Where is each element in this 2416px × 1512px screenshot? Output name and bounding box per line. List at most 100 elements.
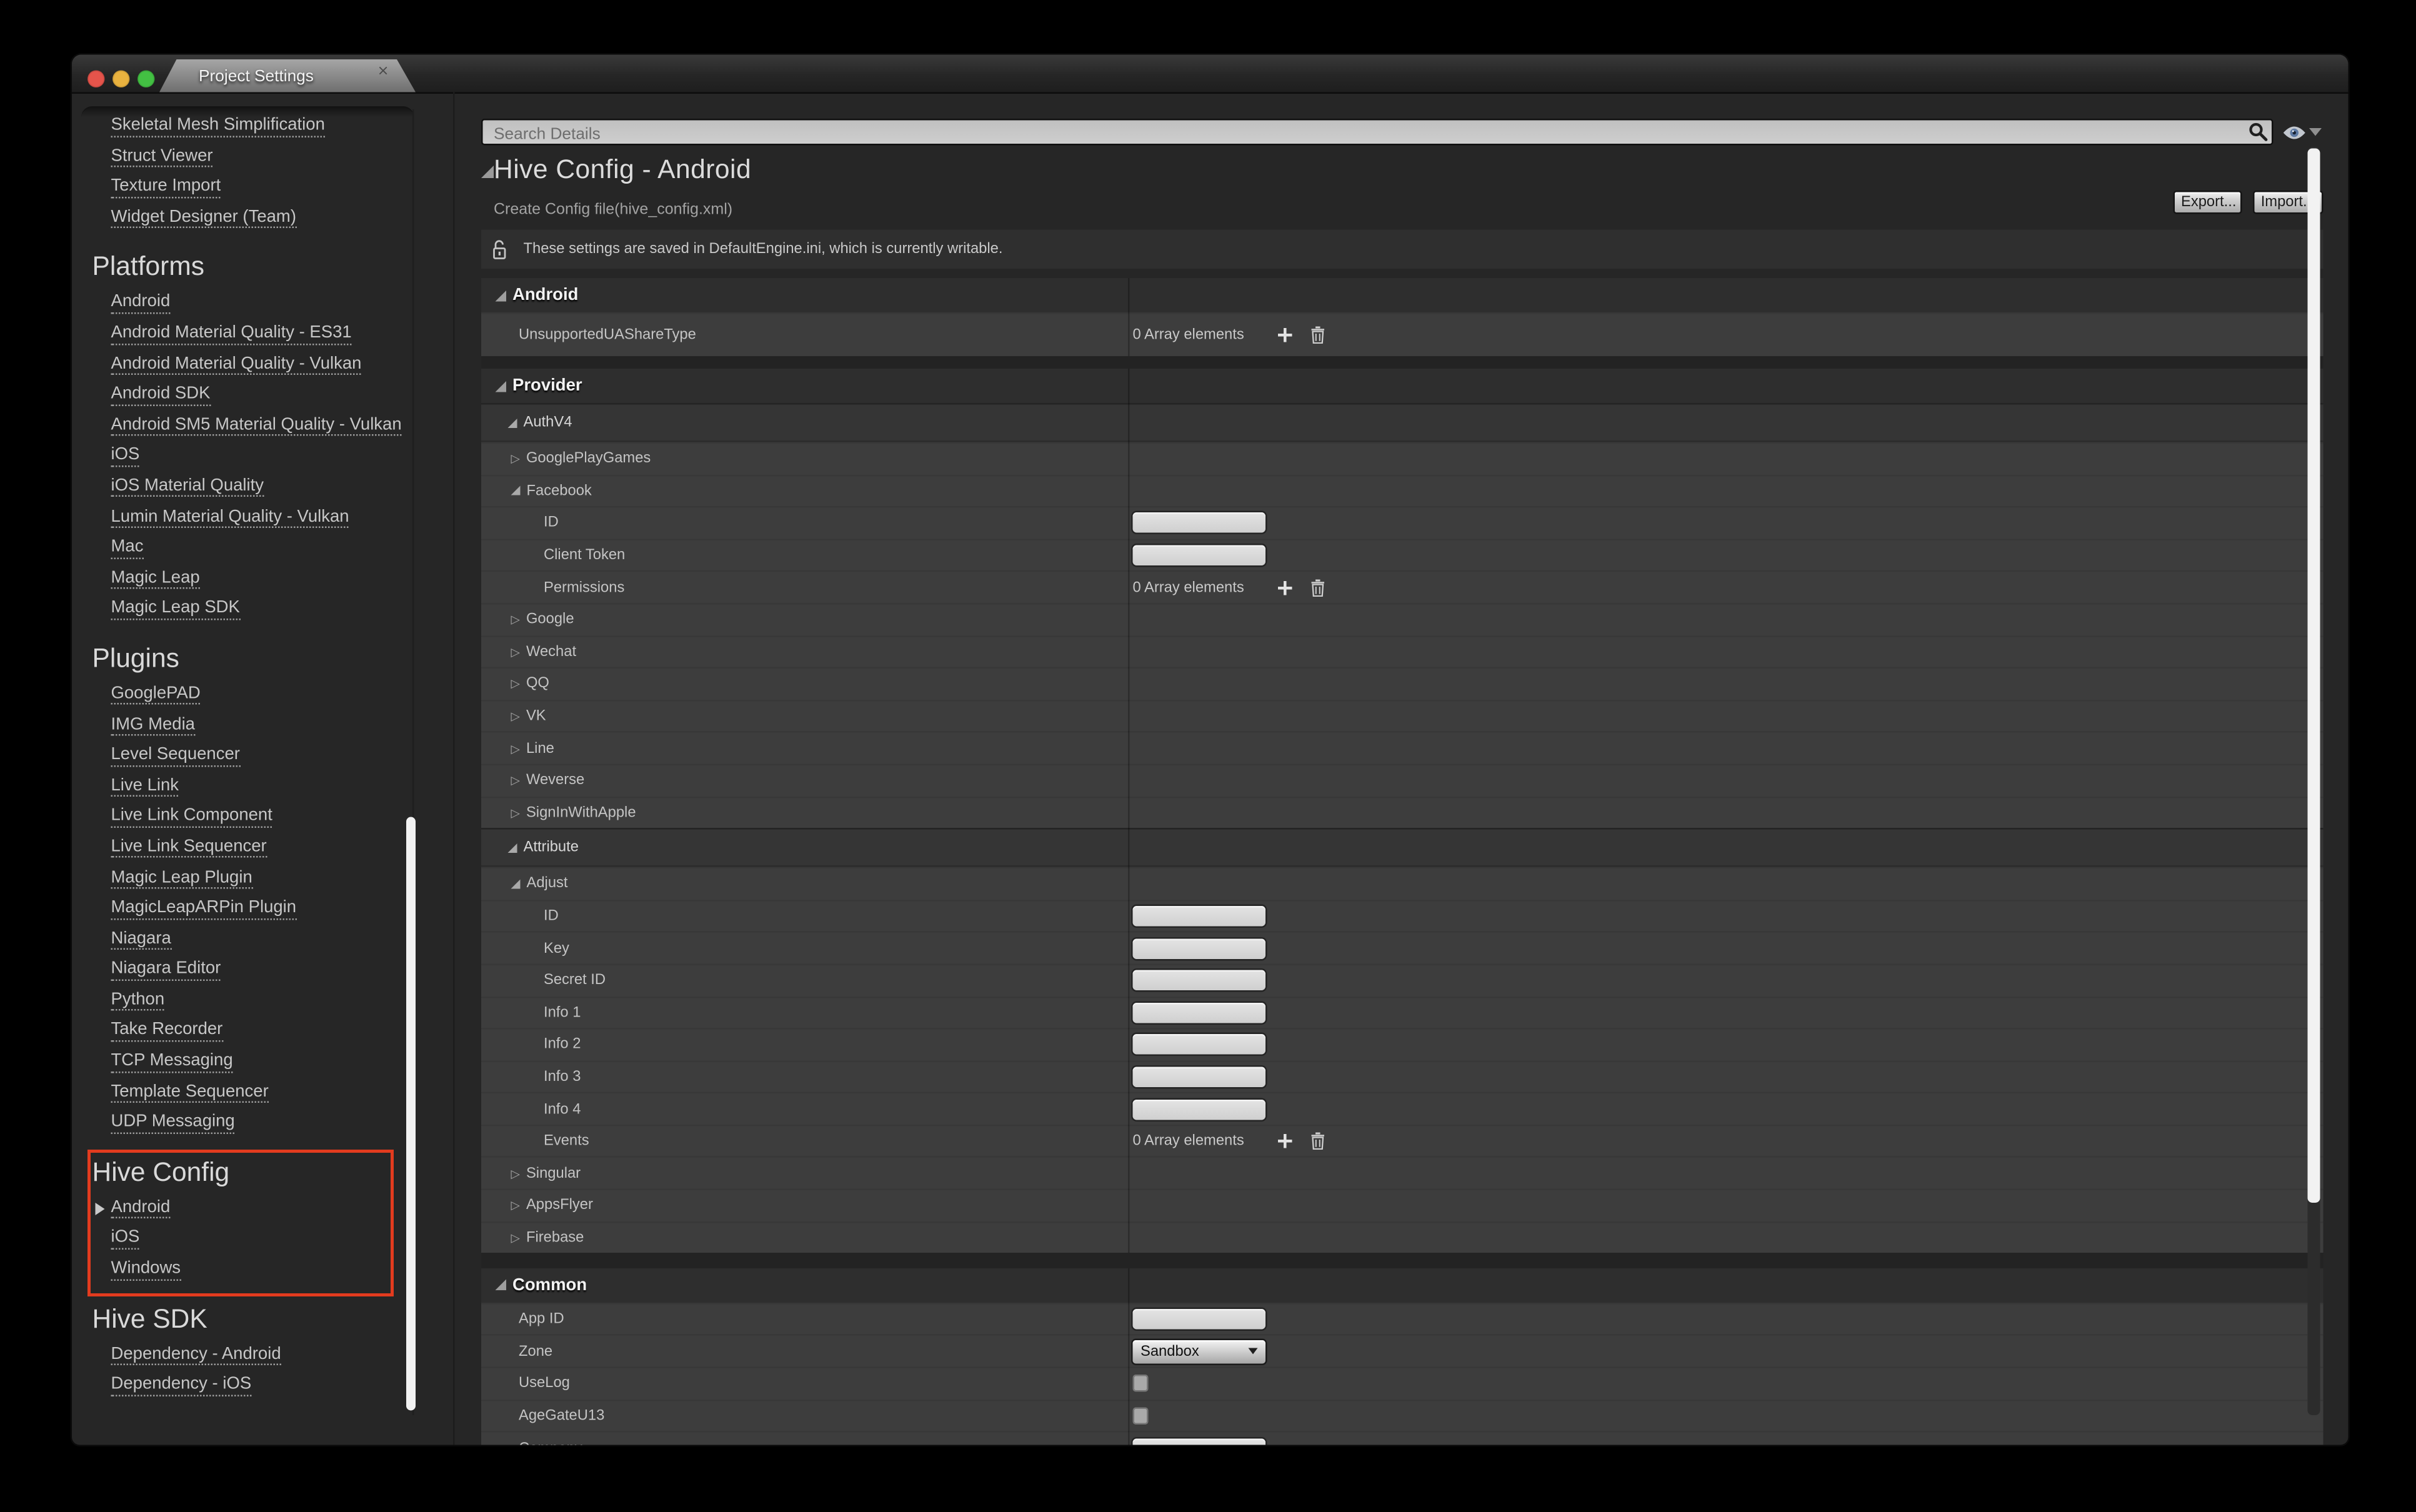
panel-splitter[interactable] [453, 92, 455, 1445]
sidebar-item-python[interactable]: Python [81, 985, 412, 1016]
info-3-input[interactable] [1133, 1067, 1266, 1087]
expanded-icon[interactable] [496, 380, 507, 392]
collapsed-icon[interactable]: ▷ [511, 775, 520, 787]
section-header-common[interactable]: Common [481, 1268, 2324, 1303]
close-button[interactable] [87, 71, 105, 88]
collapsed-icon[interactable]: ▷ [511, 614, 520, 625]
collapsed-icon[interactable]: ▷ [511, 647, 520, 658]
expanded-icon[interactable] [508, 418, 517, 427]
group-row-weverse[interactable]: ▷Weverse [481, 763, 2324, 795]
subheader-row-attribute[interactable]: Attribute [481, 828, 2324, 867]
search-input[interactable] [491, 121, 2231, 147]
main-scrollbar[interactable] [2308, 149, 2320, 1203]
company-input[interactable] [1133, 1438, 1266, 1445]
secret-id-input[interactable] [1133, 970, 1266, 991]
group-row-line[interactable]: ▷Line [481, 732, 2324, 763]
id-input[interactable] [1133, 906, 1266, 927]
section-header-android[interactable]: Android [481, 278, 2324, 312]
export-button[interactable]: Export... [2174, 191, 2242, 214]
sidebar-item-img-media[interactable]: IMG Media [81, 710, 412, 740]
group-row-facebook[interactable]: Facebook [481, 474, 2324, 506]
sidebar-item-live-link-sequencer[interactable]: Live Link Sequencer [81, 832, 412, 863]
collapsed-icon[interactable]: ▷ [511, 1232, 520, 1243]
group-row-appsflyer[interactable]: ▷AppsFlyer [481, 1189, 2324, 1221]
sidebar-item-live-link-component[interactable]: Live Link Component [81, 802, 412, 832]
zoom-button[interactable] [137, 71, 155, 88]
sidebar-item-dependency-ios[interactable]: Dependency - iOS [81, 1370, 412, 1401]
sidebar-item-ios[interactable]: iOS [81, 441, 412, 472]
clear-array-button[interactable] [1311, 579, 1325, 597]
sidebar-item-udp-messaging[interactable]: UDP Messaging [81, 1108, 412, 1138]
sidebar-item-android[interactable]: Android [81, 288, 412, 319]
add-element-button[interactable] [1278, 328, 1292, 342]
group-row-googleplaygames[interactable]: ▷GooglePlayGames [481, 442, 2324, 474]
sidebar-item-windows[interactable]: Windows [81, 1255, 412, 1285]
clear-array-button[interactable] [1311, 327, 1325, 344]
sidebar-item-lumin-material-quality-vulkan[interactable]: Lumin Material Quality - Vulkan [81, 502, 412, 533]
tab-project-settings[interactable]: Project Settings × [159, 59, 416, 92]
collapsed-icon[interactable]: ▷ [511, 679, 520, 690]
sidebar-item-texture-import[interactable]: Texture Import [81, 172, 412, 202]
sidebar-item-ios[interactable]: iOS [81, 1224, 412, 1255]
collapsed-icon[interactable]: ▷ [511, 743, 520, 754]
collapsed-icon[interactable]: ▷ [511, 454, 520, 465]
sidebar-item-magicleaparpin-plugin[interactable]: MagicLeapARPin Plugin [81, 893, 412, 924]
id-input[interactable] [1133, 513, 1266, 534]
key-input[interactable] [1133, 938, 1266, 959]
add-element-button[interactable] [1278, 1134, 1292, 1148]
clear-array-button[interactable] [1311, 1133, 1325, 1150]
sidebar-item-niagara-editor[interactable]: Niagara Editor [81, 955, 412, 985]
sidebar-item-ios-material-quality[interactable]: iOS Material Quality [81, 472, 412, 502]
sidebar-item-niagara[interactable]: Niagara [81, 924, 412, 955]
group-row-wechat[interactable]: ▷Wechat [481, 635, 2324, 667]
expanded-icon[interactable] [496, 1280, 507, 1291]
sidebar-item-live-link[interactable]: Live Link [81, 771, 412, 802]
sidebar-scrollbar[interactable] [406, 817, 416, 1411]
collapsed-icon[interactable]: ▷ [511, 1168, 520, 1179]
sidebar-item-widget-designer-team[interactable]: Widget Designer (Team) [81, 202, 412, 233]
collapsed-icon[interactable]: ▷ [511, 807, 520, 818]
sidebar-item-android-sm5-material-quality-vulkan[interactable]: Android SM5 Material Quality - Vulkan [81, 410, 412, 441]
info-4-input[interactable] [1133, 1099, 1266, 1120]
client-token-input[interactable] [1133, 545, 1266, 566]
group-row-adjust[interactable]: Adjust [481, 867, 2324, 899]
expanded-icon[interactable] [511, 486, 521, 495]
expanded-icon[interactable] [496, 290, 507, 301]
sidebar-item-googlepad[interactable]: GooglePAD [81, 679, 412, 710]
sidebar-item-take-recorder[interactable]: Take Recorder [81, 1016, 412, 1047]
section-header-provider[interactable]: Provider [481, 369, 2324, 403]
sidebar-item-android-material-quality-vulkan[interactable]: Android Material Quality - Vulkan [81, 349, 412, 380]
group-row-singular[interactable]: ▷Singular [481, 1156, 2324, 1188]
sidebar-item-magic-leap-sdk[interactable]: Magic Leap SDK [81, 594, 412, 625]
collapsed-icon[interactable]: ▷ [511, 1200, 520, 1211]
sidebar-item-level-sequencer[interactable]: Level Sequencer [81, 740, 412, 771]
agegateu13-checkbox[interactable] [1133, 1407, 1149, 1425]
add-element-button[interactable] [1278, 580, 1292, 595]
group-row-qq[interactable]: ▷QQ [481, 667, 2324, 699]
zone-dropdown[interactable]: Sandbox [1133, 1340, 1266, 1363]
sidebar-item-android-material-quality-es31[interactable]: Android Material Quality - ES31 [81, 319, 412, 349]
expanded-icon[interactable] [511, 879, 521, 888]
uselog-checkbox[interactable] [1133, 1375, 1149, 1393]
expanded-icon[interactable] [508, 843, 517, 852]
sidebar-item-android[interactable]: Android [81, 1193, 412, 1224]
view-options-caret-icon[interactable] [2309, 128, 2322, 136]
sidebar-item-skeletal-mesh-simplification[interactable]: Skeletal Mesh Simplification [81, 111, 412, 142]
group-row-signinwithapple[interactable]: ▷SignInWithApple [481, 796, 2324, 828]
app-id-input[interactable] [1133, 1309, 1266, 1330]
tab-close-icon[interactable]: × [377, 64, 389, 80]
sidebar-item-struct-viewer[interactable]: Struct Viewer [81, 141, 412, 172]
page-collapse-icon[interactable] [481, 166, 494, 178]
view-options-eye-icon[interactable] [2283, 121, 2307, 149]
sidebar-item-android-sdk[interactable]: Android SDK [81, 380, 412, 410]
subheader-row-authv4[interactable]: AuthV4 [481, 403, 2324, 442]
collapsed-icon[interactable]: ▷ [511, 711, 520, 722]
info-1-input[interactable] [1133, 1002, 1266, 1023]
sidebar-item-tcp-messaging[interactable]: TCP Messaging [81, 1047, 412, 1077]
sidebar-item-template-sequencer[interactable]: Template Sequencer [81, 1077, 412, 1108]
sidebar-item-magic-leap[interactable]: Magic Leap [81, 564, 412, 594]
page-subtitle[interactable]: Create Config file(hive_config.xml) [494, 202, 732, 219]
sidebar-item-magic-leap-plugin[interactable]: Magic Leap Plugin [81, 863, 412, 893]
group-row-vk[interactable]: ▷VK [481, 699, 2324, 731]
group-row-google[interactable]: ▷Google [481, 603, 2324, 635]
